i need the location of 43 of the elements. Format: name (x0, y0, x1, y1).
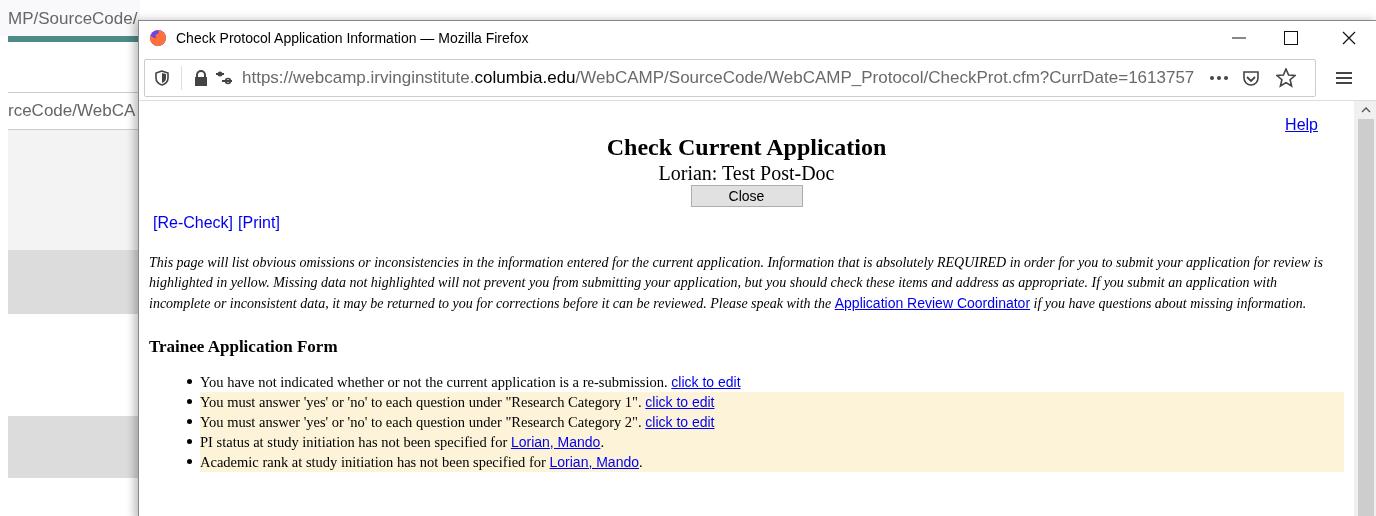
applicant-name: Lorian: Test Post-Doc (658, 161, 835, 185)
bullet-icon (187, 379, 192, 384)
scrollbar-thumb[interactable] (1358, 119, 1374, 516)
section-title: Trainee Application Form (149, 336, 339, 358)
item-text: You must answer 'yes' or 'no' to each question under "Research Category 1". (200, 393, 643, 410)
instructions-paragraph: This page will list obvious omissions or inconsistencies in the information entered for the current application. Information that is absolutely REQUIRED in order for you to submit your application for review is highlighted in yellow. Missing data not highlighted will not prevent you from submitting your application, but you should check these items and address as appropriate. If you submit an application with incomplete or inconsistent data, it may be returned to you for corrections before it can be reviewed. Please speak with the Application Review Coordinator if you have questions about missing information. (149, 254, 1324, 313)
more-icon[interactable] (1210, 75, 1228, 80)
scrollbar[interactable] (1354, 101, 1376, 516)
pocket-icon[interactable] (1242, 68, 1260, 87)
firefox-logo-icon (149, 29, 167, 47)
bullet-icon (187, 419, 192, 424)
item-text: Academic rank at study initiation has not been specified for (200, 453, 547, 470)
item-punctuation: . (600, 433, 605, 450)
bullet-icon (187, 399, 192, 404)
close-icon (1342, 31, 1356, 45)
url-text: https://webcamp.irvinginstitute.columbia.edu/WebCAMP/SourceCode/WebCAMP_Protocol/CheckProt.cfm?CurrDate=1613757 (242, 66, 1196, 89)
url-text: rceCode/WebCA (8, 100, 136, 123)
permissions-icon (216, 70, 232, 85)
shield-icon (155, 69, 169, 86)
help-link[interactable]: Help (1285, 113, 1318, 137)
bullet-icon (187, 439, 192, 444)
maximize-icon (1284, 31, 1298, 45)
coordinator-link[interactable]: Application Review Coordinator (834, 295, 1031, 311)
lock-icon (194, 69, 208, 86)
item-punctuation: . (639, 453, 643, 470)
action-link[interactable]: [Print] (238, 211, 280, 235)
edit-link[interactable]: click to edit (645, 413, 715, 430)
item-text: You have not indicated whether or not the current application is a re-submission. (200, 373, 669, 390)
item-text: You must answer 'yes' or 'no' to each question under "Research Category 2". (200, 413, 643, 430)
url-text: MP/SourceCode/ (8, 8, 138, 30)
item-text: PI status at study initiation has not been specified for (200, 433, 509, 450)
window-title: Check Protocol Application Information — Mozilla Firefox (176, 28, 529, 48)
edit-link[interactable]: click to edit (671, 373, 741, 390)
page-heading: Check Current Application (606, 133, 887, 161)
address-bar[interactable]: https://webcamp.irvinginstitute.columbia.edu/WebCAMP/SourceCode/WebCAMP_Protocol/CheckProt.cfm?CurrDate=1613757 (144, 58, 1316, 97)
close-button[interactable]: Close (690, 185, 803, 207)
action-link[interactable]: [Re-Check] (153, 211, 234, 235)
minimize-icon (1232, 37, 1246, 39)
scroll-up-icon[interactable] (1361, 107, 1371, 113)
menu-icon[interactable] (1336, 70, 1352, 85)
edit-link[interactable]: click to edit (645, 393, 715, 410)
bullet-icon (187, 459, 192, 464)
star-icon[interactable] (1276, 67, 1296, 88)
